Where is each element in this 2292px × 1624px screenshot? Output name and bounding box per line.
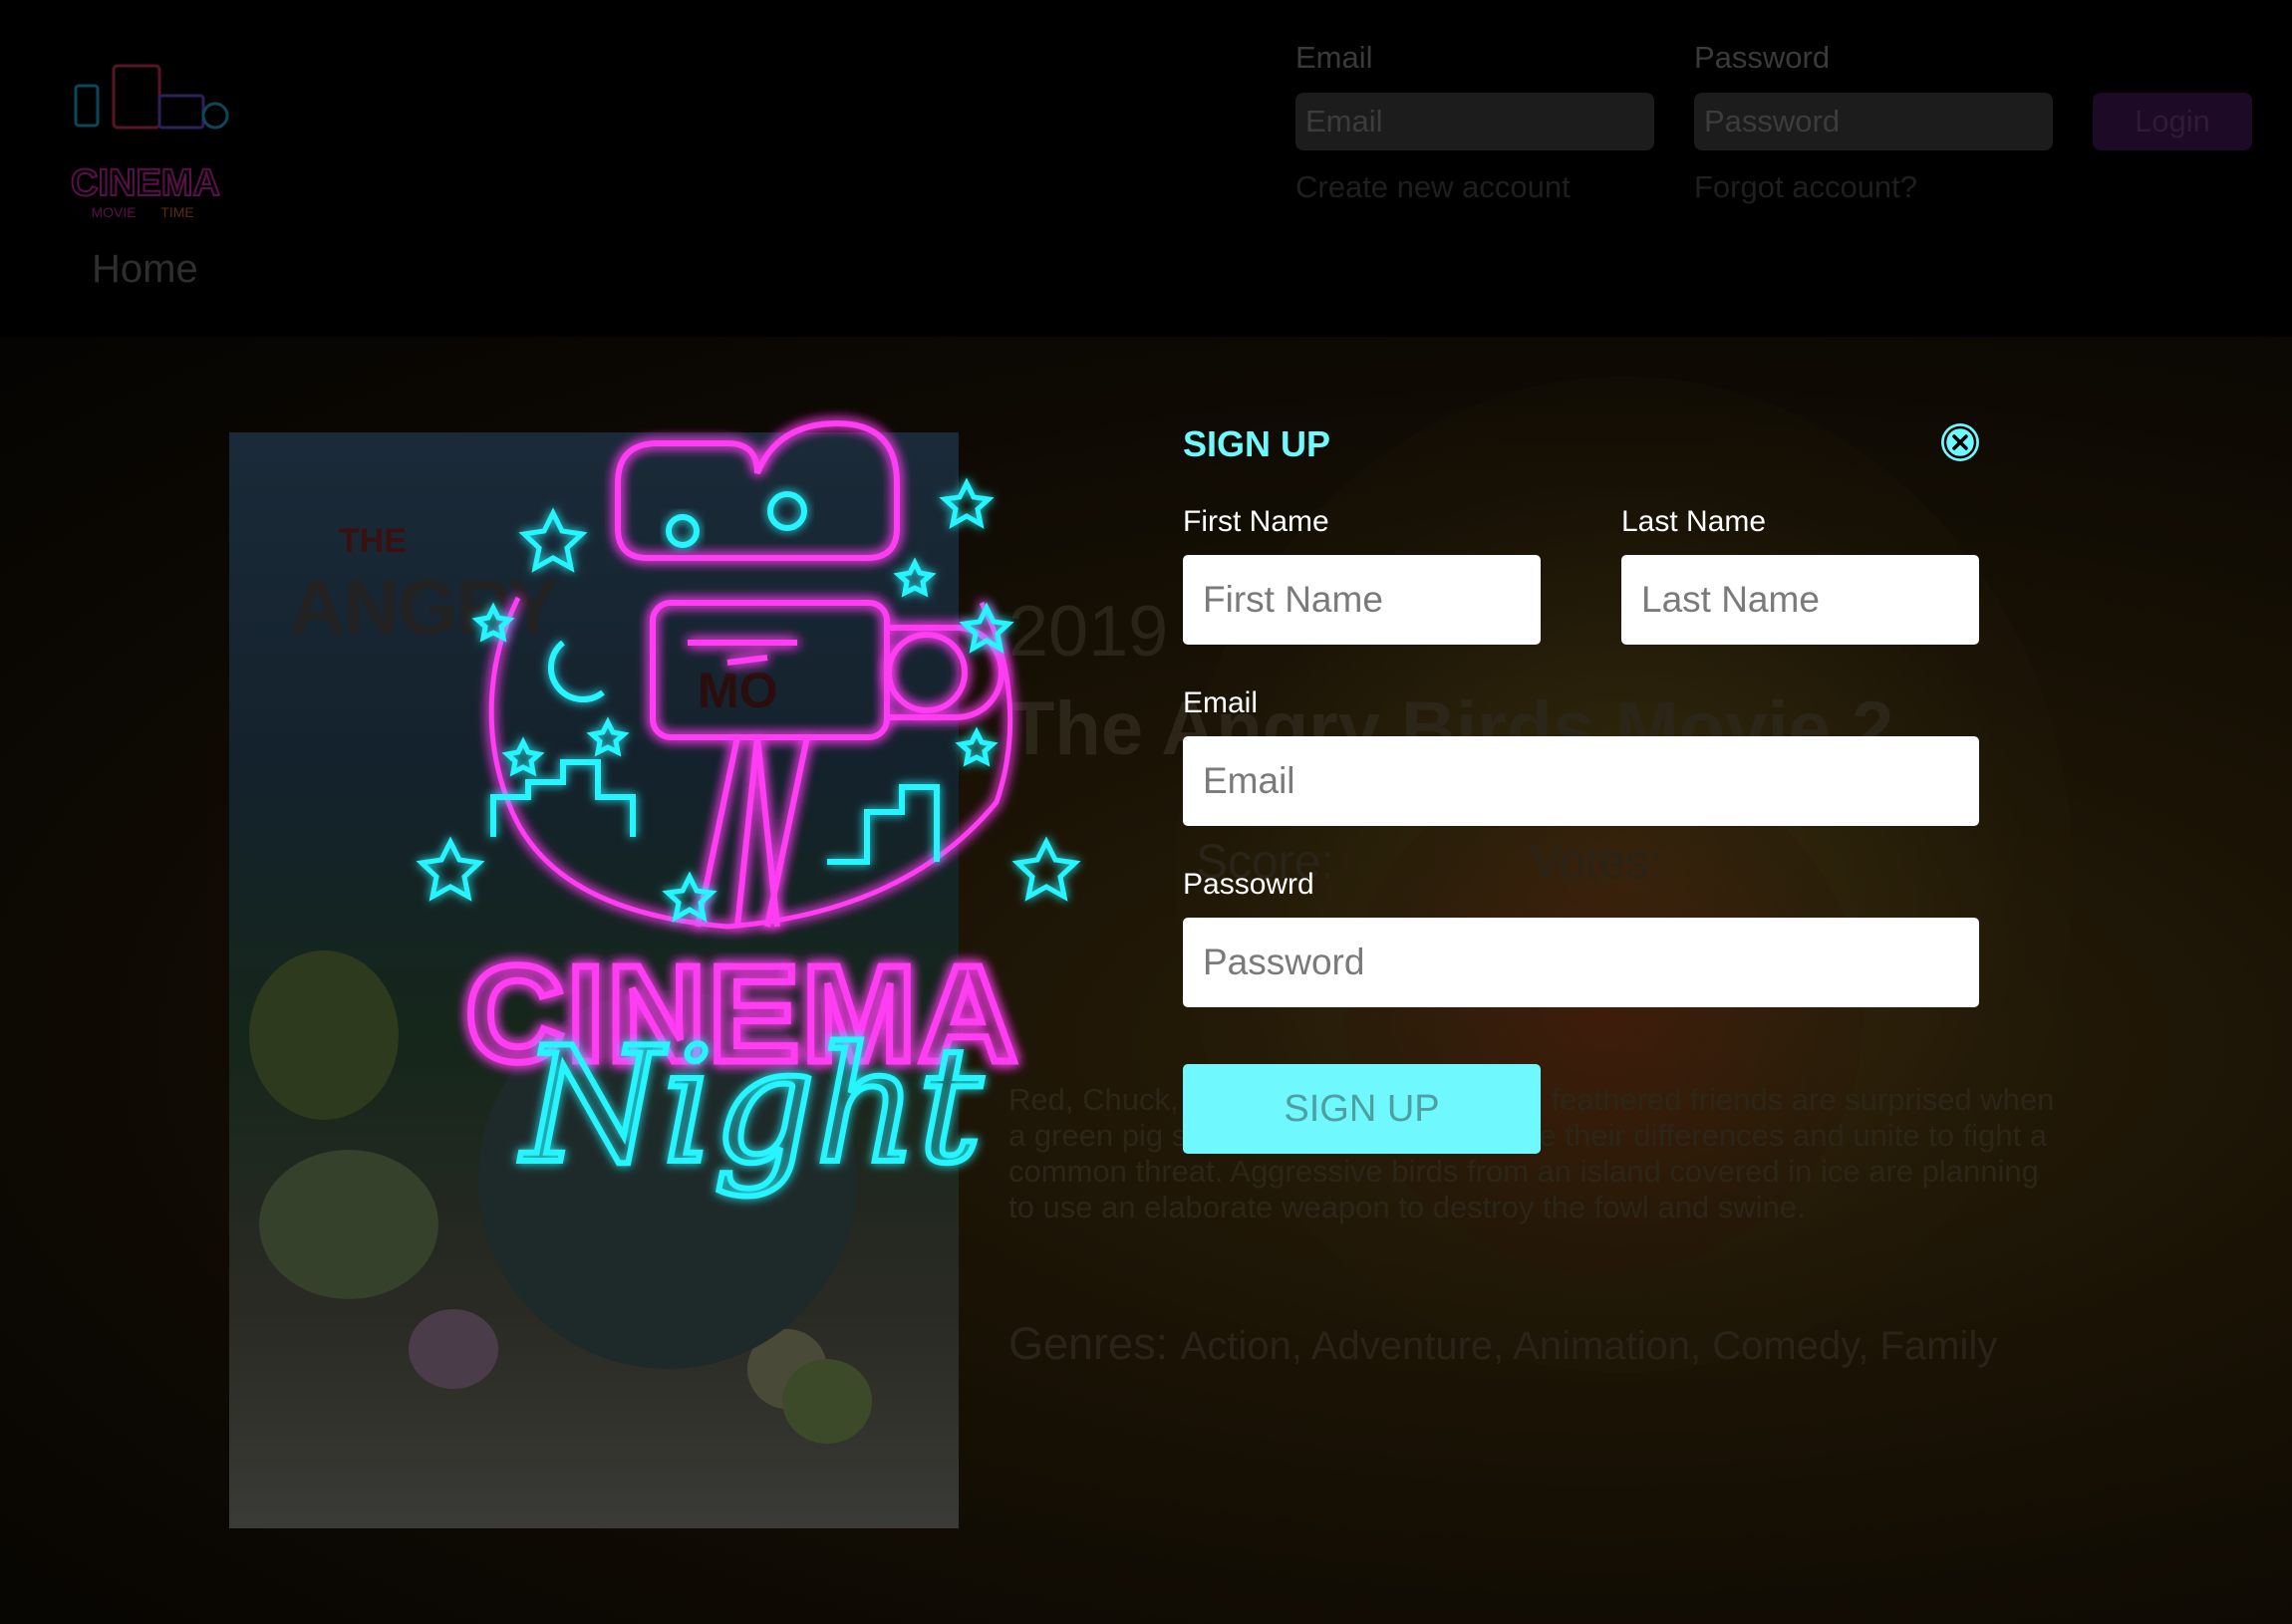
cinema-logo-icon[interactable]: CINEMA MOVIE TIME — [56, 56, 235, 225]
logo-sub-right: TIME — [160, 204, 193, 220]
first-name-input[interactable] — [1183, 555, 1541, 645]
reel-dot-icon — [666, 514, 700, 548]
cinema-night-neon-image: CINEMA Night — [416, 419, 1081, 1202]
modal-title: SIGN UP — [1183, 423, 1331, 464]
poster-chick — [409, 1309, 498, 1389]
reel-dot-icon — [767, 491, 807, 531]
create-account-link[interactable]: Create new account — [1295, 169, 1571, 205]
poster-the: THE — [339, 522, 407, 560]
login-password-input[interactable] — [1694, 93, 2053, 150]
signup-submit-button[interactable]: SIGN UP — [1183, 1064, 1541, 1154]
genres-label: Genres: — [1008, 1318, 1169, 1369]
poster-chick — [782, 1359, 872, 1444]
signup-password-label: Passowrd — [1183, 868, 1314, 901]
logo-sub-left: MOVIE — [91, 204, 136, 220]
neon-night-text: Night — [519, 1012, 984, 1199]
forgot-account-link[interactable]: Forgot account? — [1694, 169, 1917, 205]
login-email-label: Email — [1295, 40, 1373, 75]
poster-pig — [249, 950, 399, 1120]
login-password-label: Password — [1694, 40, 1831, 75]
skyline-right-icon — [827, 784, 940, 865]
movie-votes-label: Votes: — [1530, 836, 1663, 889]
login-button[interactable]: Login — [2093, 93, 2252, 150]
top-header: CINEMA MOVIE TIME Home Email Password Lo… — [0, 0, 2292, 337]
moon-icon — [548, 640, 605, 702]
signup-password-input[interactable] — [1183, 918, 1979, 1007]
first-name-label: First Name — [1183, 505, 1329, 538]
nav-home[interactable]: Home — [92, 247, 198, 292]
close-icon[interactable] — [1941, 423, 1979, 461]
lens-icon — [886, 632, 968, 713]
signup-email-input[interactable] — [1183, 736, 1979, 826]
last-name-input[interactable] — [1621, 555, 1979, 645]
logo-text: CINEMA — [71, 162, 220, 204]
close-button[interactable] — [1941, 423, 1979, 461]
signup-email-label: Email — [1183, 686, 1259, 719]
movie-genres: Genres: Action, Adventure, Animation, Co… — [1008, 1318, 1997, 1370]
last-name-label: Last Name — [1621, 505, 1767, 538]
stars-icon — [416, 477, 1081, 923]
genres-value: Action, Adventure, Animation, Comedy, Fa… — [1180, 1324, 1998, 1368]
login-email-input[interactable] — [1295, 93, 1654, 150]
